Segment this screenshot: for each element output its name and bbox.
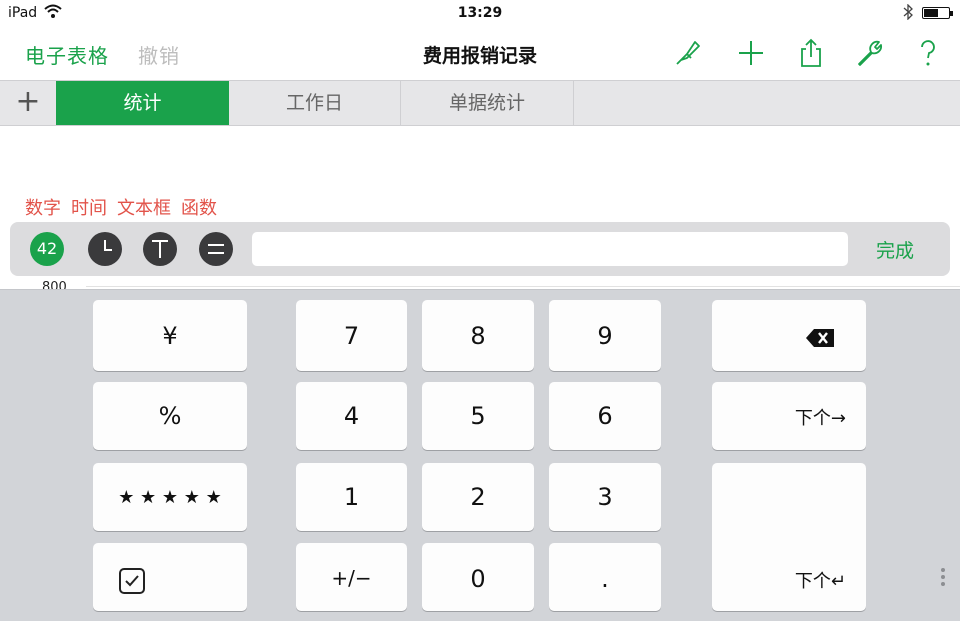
key-6-label: 6 <box>597 402 613 430</box>
next-enter-key[interactable]: 下个↵ <box>712 463 866 611</box>
key-8-label: 8 <box>470 322 486 350</box>
backspace-icon <box>806 329 834 347</box>
key-5-label: 5 <box>470 402 486 430</box>
format-label-function: 函数 <box>181 198 217 219</box>
share-icon[interactable] <box>796 38 826 68</box>
numbers-app: iPad 13:29 电子表格 撤销 费用报销记录 + 统计 工作日 单据统计 … <box>0 0 960 621</box>
next-right-key-label: 下个→ <box>794 408 846 429</box>
paintbrush-icon[interactable] <box>673 38 703 68</box>
key-6[interactable]: 6 <box>549 382 661 450</box>
key-4-label: 4 <box>343 402 360 430</box>
chart-gridline <box>86 286 960 287</box>
formula-bar: 42 完成 <box>10 222 950 276</box>
plus-icon[interactable] <box>736 38 766 68</box>
done-button[interactable]: 完成 <box>876 236 914 263</box>
key-1[interactable]: 1 <box>296 463 407 531</box>
key-3[interactable]: 3 <box>549 463 661 531</box>
wrench-icon[interactable] <box>855 38 885 68</box>
sheet-tab-bar: + 统计 工作日 单据统计 <box>0 80 960 126</box>
backspace-key[interactable] <box>712 300 866 371</box>
clock-icon <box>104 240 112 251</box>
key-4[interactable]: 4 <box>296 382 407 450</box>
key-8[interactable]: 8 <box>422 300 534 371</box>
key-1-label: 1 <box>343 483 360 511</box>
tab-statistics[interactable]: 统计 <box>56 81 229 125</box>
format-label-text: 文本框 <box>117 198 171 219</box>
percent-key[interactable]: % <box>93 382 247 450</box>
key-0-label: 0 <box>470 565 486 593</box>
currency-key-label: ¥ <box>162 322 178 350</box>
key-5[interactable]: 5 <box>422 382 534 450</box>
text-format-button[interactable] <box>143 232 177 266</box>
key-9-label: 9 <box>597 322 613 350</box>
keyboard-handle-icon[interactable] <box>941 568 947 590</box>
key-3-label: 3 <box>597 483 613 511</box>
tab-receipt-statistics[interactable]: 单据统计 <box>401 81 574 125</box>
number-format-button[interactable]: 42 <box>30 232 64 266</box>
format-label-time: 时间 <box>71 198 107 219</box>
plus-minus-key-label: +/− <box>331 566 372 590</box>
format-label-number: 数字 <box>25 198 61 219</box>
percent-key-label: % <box>158 402 182 430</box>
function-format-button[interactable] <box>199 232 233 266</box>
key-7-label: 7 <box>343 322 360 350</box>
decimal-key[interactable]: . <box>549 543 661 611</box>
currency-key[interactable]: ¥ <box>93 300 247 371</box>
star-rating-key-label: ★ ★ ★ ★ ★ <box>118 487 222 508</box>
checkbox-key[interactable] <box>93 543 247 611</box>
key-2[interactable]: 2 <box>422 463 534 531</box>
bluetooth-icon <box>903 4 913 20</box>
add-sheet-button[interactable]: + <box>0 81 56 125</box>
formula-input[interactable] <box>252 232 848 266</box>
decimal-key-label: . <box>601 565 609 593</box>
battery-icon <box>922 7 953 19</box>
plus-minus-key[interactable]: +/− <box>296 543 407 611</box>
numeric-keyboard: ¥ % ★ ★ ★ ★ ★ 7 8 9 4 5 6 1 2 3 +/− 0 . <box>0 289 960 621</box>
help-icon[interactable] <box>913 38 943 68</box>
star-rating-key[interactable]: ★ ★ ★ ★ ★ <box>93 463 247 531</box>
next-enter-key-label: 下个↵ <box>794 571 846 592</box>
checkbox-icon <box>119 568 145 594</box>
key-0[interactable]: 0 <box>422 543 534 611</box>
time-format-button[interactable] <box>88 232 122 266</box>
equals-icon <box>208 244 224 254</box>
clock: 13:29 <box>457 5 503 21</box>
tab-workdays[interactable]: 工作日 <box>229 81 401 125</box>
nav-bar: 电子表格 撤销 费用报销记录 <box>0 26 960 80</box>
key-7[interactable]: 7 <box>296 300 407 371</box>
key-9[interactable]: 9 <box>549 300 661 371</box>
next-right-key[interactable]: 下个→ <box>712 382 866 450</box>
format-type-labels: 数字 时间 文本框 函数 <box>25 194 227 220</box>
key-2-label: 2 <box>470 483 486 511</box>
number-format-label: 42 <box>36 239 58 258</box>
text-icon <box>152 240 168 258</box>
status-bar: iPad 13:29 <box>0 0 960 26</box>
